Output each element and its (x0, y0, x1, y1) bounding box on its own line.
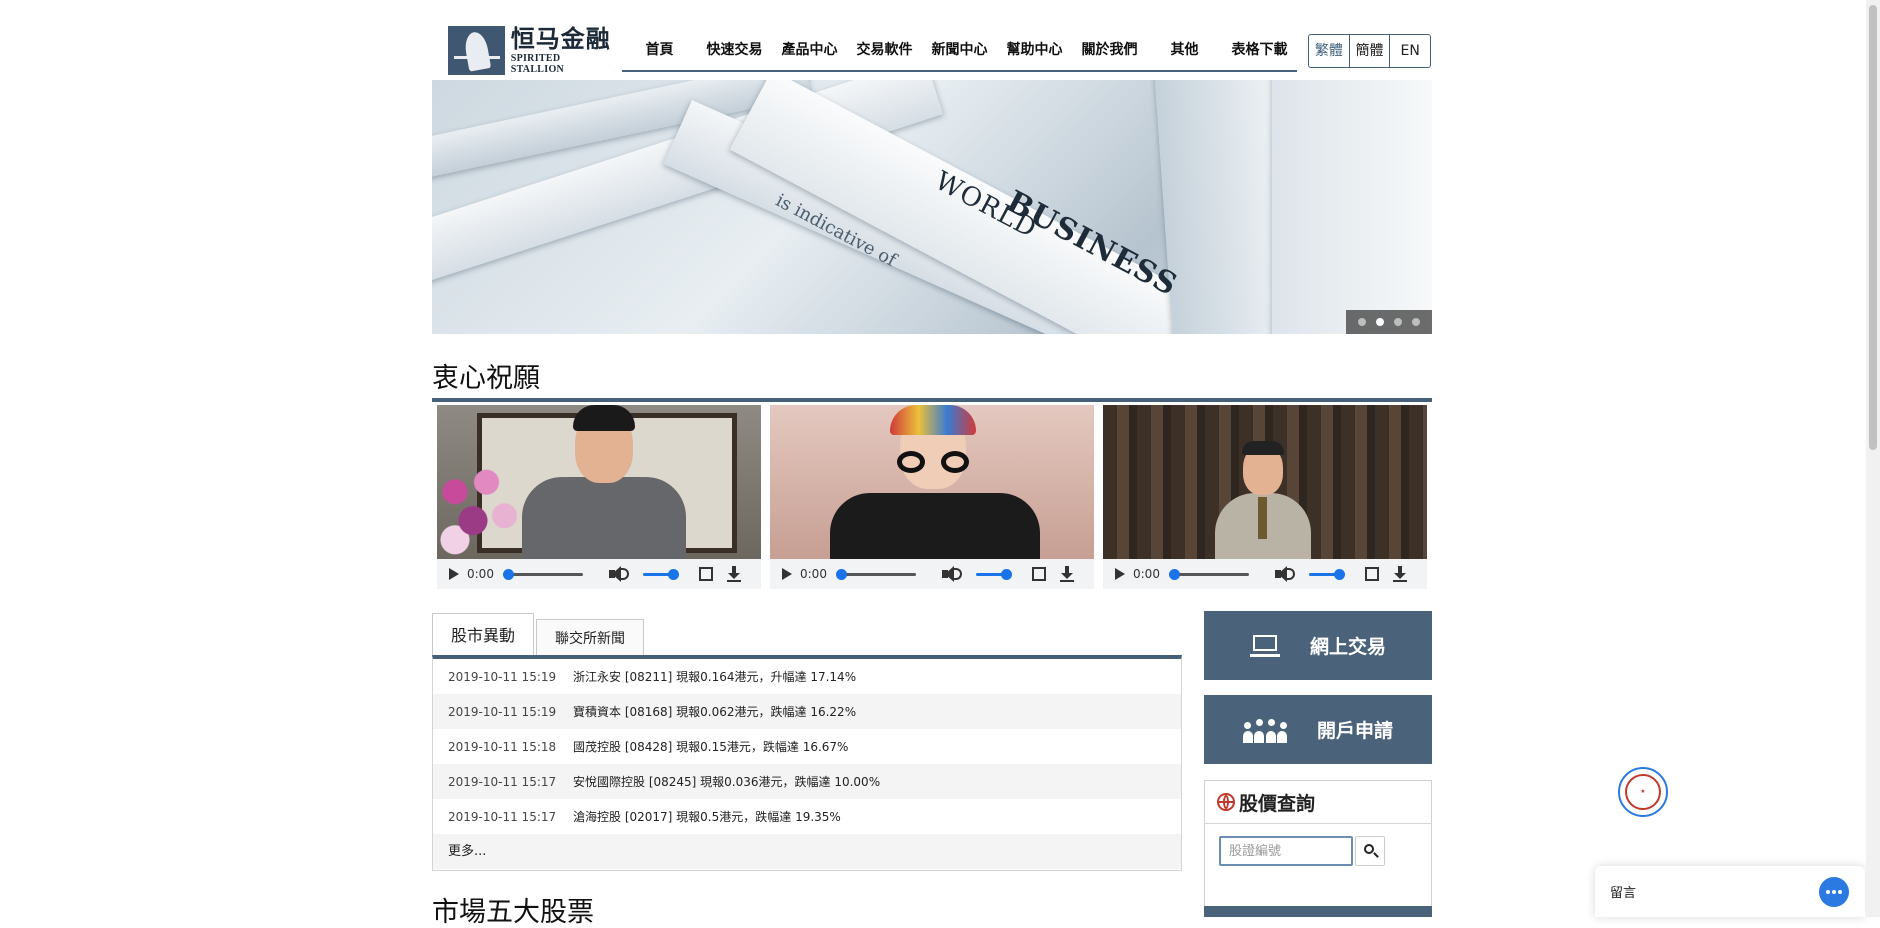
section-title-top5: 市場五大股票 (432, 897, 594, 928)
chat-widget[interactable]: 留言 (1595, 866, 1865, 917)
news-list: 2019-10-11 15:19 浙江永安 [08211] 現報0.164港元，… (432, 655, 1182, 871)
online-trading-label: 網上交易 (1309, 636, 1386, 658)
lang-traditional-button[interactable]: 繁體 (1309, 35, 1350, 67)
section-title-wishes: 衷心祝願 (432, 360, 1432, 402)
news-time: 2019-10-11 15:19 (448, 704, 557, 719)
video-frame[interactable] (770, 405, 1094, 559)
list-item[interactable]: 2019-10-11 15:17 滄海控股 [02017] 現報0.5港元，跌幅… (433, 799, 1181, 834)
list-item[interactable]: 2019-10-11 15:17 安悅國際控股 [08245] 現報0.036港… (433, 764, 1181, 799)
seek-slider[interactable] (836, 568, 916, 580)
carousel-dot-4[interactable] (1412, 318, 1420, 326)
download-icon[interactable] (1060, 566, 1074, 582)
lang-simplified-button[interactable]: 簡體 (1350, 35, 1391, 67)
stock-code-input[interactable] (1219, 836, 1353, 866)
language-switcher: 繁體 簡體 EN (1308, 34, 1431, 68)
carousel-dots (1346, 310, 1432, 334)
volume-icon[interactable] (942, 566, 962, 582)
nav-products[interactable]: 產品中心 (772, 30, 847, 70)
page-container: 恒马金融 SPIRITED STALLION 首頁 快速交易 產品中心 交易軟件… (432, 0, 1432, 928)
logo-english-name: SPIRITED STALLION (510, 53, 565, 75)
lang-english-button[interactable]: EN (1390, 35, 1430, 67)
logo-chinese-name: 恒马金融 (510, 24, 611, 53)
list-item[interactable]: 2019-10-11 15:19 浙江永安 [08211] 現報0.164港元，… (433, 659, 1181, 694)
news-more-link[interactable]: 更多... (433, 834, 1181, 869)
nav-form-download[interactable]: 表格下載 (1222, 30, 1297, 70)
news-time: 2019-10-11 15:17 (448, 774, 557, 789)
volume-icon[interactable] (1275, 566, 1295, 582)
carousel-dot-3[interactable] (1394, 318, 1402, 326)
news-text: 滄海控股 [02017] 現報0.5港元，跌幅達 19.35% (573, 810, 841, 824)
list-item[interactable]: 2019-10-11 15:19 寶積資本 [08168] 現報0.062港元，… (433, 694, 1181, 729)
fullscreen-icon[interactable] (1032, 567, 1046, 581)
news-text: 國茂控股 [08428] 現報0.15港元，跌幅達 16.67% (573, 740, 849, 754)
hero-banner[interactable]: is indicative of WORLD BUSINESS (432, 80, 1432, 334)
chat-bubble-icon[interactable] (1819, 876, 1849, 907)
company-logo[interactable]: 恒马金融 SPIRITED STALLION (448, 25, 616, 75)
news-text: 浙江永安 [08211] 現報0.164港元，升幅達 17.14% (573, 670, 857, 684)
video-player-3[interactable]: 0:00 (1103, 405, 1427, 589)
seek-slider[interactable] (503, 568, 583, 580)
fullscreen-icon[interactable] (1365, 567, 1379, 581)
volume-icon[interactable] (609, 566, 629, 582)
video-time: 0:00 (800, 567, 827, 581)
tab-market-movement[interactable]: 股市異動 (432, 613, 535, 657)
news-time: 2019-10-11 15:19 (448, 669, 557, 684)
carousel-dot-2[interactable] (1376, 318, 1384, 326)
play-icon[interactable] (782, 568, 792, 580)
main-nav: 首頁 快速交易 產品中心 交易軟件 新聞中心 幫助中心 關於我們 其他 表格下載 (622, 30, 1297, 72)
nav-home[interactable]: 首頁 (622, 30, 697, 70)
laptop-icon (1249, 634, 1280, 657)
open-account-label: 開戶申請 (1316, 720, 1393, 742)
nav-news-center[interactable]: 新聞中心 (922, 30, 997, 70)
nav-help-center[interactable]: 幫助中心 (997, 30, 1072, 70)
volume-slider[interactable] (1309, 568, 1345, 580)
volume-slider[interactable] (643, 568, 679, 580)
news-tabs: 股市異動 聯交所新聞 (432, 613, 1182, 657)
volume-slider[interactable] (976, 568, 1012, 580)
carousel-dot-1[interactable] (1358, 318, 1366, 326)
news-time: 2019-10-11 15:18 (448, 739, 557, 754)
nav-quick-trade[interactable]: 快速交易 (697, 30, 772, 70)
nav-trading-software[interactable]: 交易軟件 (847, 30, 922, 70)
next-panel-header (1204, 906, 1432, 917)
video-time: 0:00 (1133, 567, 1160, 581)
play-icon[interactable] (449, 568, 459, 580)
globe-icon (1217, 793, 1235, 811)
open-account-button[interactable]: 開戶申請 (1204, 695, 1432, 764)
download-icon[interactable] (1393, 566, 1407, 582)
play-icon[interactable] (1115, 568, 1125, 580)
video-controls: 0:00 (1103, 559, 1427, 589)
floating-badge-button[interactable]: ★ (1618, 767, 1668, 817)
online-trading-button[interactable]: 網上交易 (1204, 611, 1432, 680)
tab-hkex-news[interactable]: 聯交所新聞 (536, 619, 645, 657)
download-icon[interactable] (727, 566, 741, 582)
video-player-2[interactable]: 0:00 (770, 405, 1094, 589)
fullscreen-icon[interactable] (699, 567, 713, 581)
video-player-1[interactable]: 0:00 (437, 405, 761, 589)
chat-label: 留言 (1610, 886, 1637, 901)
meeting-people-icon (1242, 717, 1287, 743)
nav-other[interactable]: 其他 (1147, 30, 1222, 70)
video-time: 0:00 (467, 567, 494, 581)
video-controls: 0:00 (770, 559, 1094, 589)
stallion-logo-icon (448, 25, 505, 75)
video-frame[interactable] (1103, 405, 1427, 559)
news-time: 2019-10-11 15:17 (448, 809, 557, 824)
nav-about-us[interactable]: 關於我們 (1072, 30, 1147, 70)
news-text: 安悅國際控股 [08245] 現報0.036港元，跌幅達 10.00% (573, 775, 881, 789)
video-frame[interactable] (437, 405, 761, 559)
search-icon[interactable] (1355, 836, 1385, 866)
video-controls: 0:00 (437, 559, 761, 589)
stock-quote-title: 股價查詢 (1239, 792, 1316, 815)
seal-icon: ★ (1625, 774, 1661, 810)
stock-quote-panel: 股價查詢 (1204, 780, 1432, 917)
page-scrollbar[interactable] (1866, 0, 1880, 917)
seek-slider[interactable] (1169, 568, 1249, 580)
scrollbar-thumb[interactable] (1869, 5, 1877, 450)
list-item[interactable]: 2019-10-11 15:18 國茂控股 [08428] 現報0.15港元，跌… (433, 729, 1181, 764)
news-text: 寶積資本 [08168] 現報0.062港元，跌幅達 16.22% (573, 705, 857, 719)
